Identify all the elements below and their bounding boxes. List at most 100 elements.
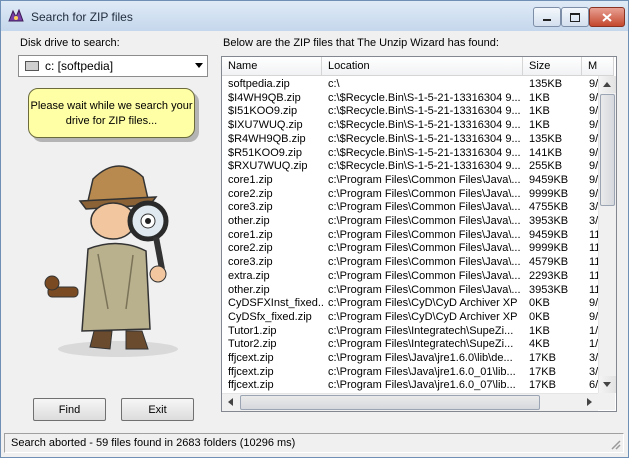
table-row[interactable]: ffjcext.zip c:\Program Files\Java\jre1.6.… — [222, 365, 598, 379]
find-button-label: Find — [58, 403, 81, 416]
cell-name: softpedia.zip — [228, 78, 290, 90]
scroll-right-button[interactable] — [581, 394, 598, 411]
list-header: Name Location Size M — [222, 57, 614, 76]
table-row[interactable]: Tutor2.zip c:\Program Files\Integratech\S… — [222, 337, 598, 351]
cell-modified: 11 — [589, 228, 598, 241]
table-row[interactable]: $I4WH9QB.zip c:\$Recycle.Bin\S-1-5-21-133… — [222, 91, 598, 105]
cell-modified: 9/ — [589, 297, 598, 310]
scroll-left-button[interactable] — [222, 394, 239, 411]
search-tooltip: Please wait while we search your drive f… — [28, 88, 195, 138]
cell-location: c:\$Recycle.Bin\S-1-5-21-13316304 9... — [328, 160, 521, 173]
cell-modified: 9/ — [589, 119, 598, 132]
table-row[interactable]: $IXU7WUQ.zip c:\$Recycle.Bin\S-1-5-21-133… — [222, 118, 598, 132]
table-row[interactable]: ffjcext.zip c:\Program Files\Java\jre1.6.… — [222, 351, 598, 365]
exit-button[interactable]: Exit — [121, 398, 194, 421]
column-header-name[interactable]: Name — [222, 57, 322, 75]
cell-location: c:\$Recycle.Bin\S-1-5-21-13316304 9... — [328, 91, 521, 104]
drive-dropdown[interactable]: c: [softpedia] — [18, 55, 208, 77]
table-row[interactable]: ffjcext.zip c:\Program Files\Java\jre1.6.… — [222, 378, 598, 392]
cell-location: c:\Program Files\CyD\CyD Archiver XP — [328, 310, 518, 323]
table-row[interactable]: other.zip c:\Program Files\Common Files\J… — [222, 283, 598, 297]
cell-location: c:\Program Files\Common Files\Java\... — [328, 283, 521, 296]
list-rows: softpedia.zip c:\ 135KB 9/ $I4WH9QB.zip c:\$R… — [222, 77, 598, 393]
cell-location: c:\Program Files\Common Files\Java\... — [328, 228, 521, 241]
table-row[interactable]: $R4WH9QB.zip c:\$Recycle.Bin\S-1-5-21-133… — [222, 132, 598, 146]
cell-name: extra.zip — [228, 269, 270, 282]
close-button[interactable] — [589, 7, 625, 27]
cell-size: 4KB — [529, 338, 550, 351]
cell-name: ffjcext.zip — [228, 352, 274, 364]
resize-grip-icon[interactable] — [609, 438, 621, 450]
cell-location: c:\Program Files\Common Files\Java\... — [328, 256, 521, 269]
cell-name: $R4WH9QB.zip — [228, 132, 306, 145]
cell-size: 135KB — [529, 132, 563, 145]
cell-name: Tutor1.zip — [228, 324, 277, 337]
cell-name: core1.zip — [228, 228, 273, 241]
cell-modified: 11 — [589, 283, 598, 296]
scroll-down-button[interactable] — [599, 376, 616, 393]
cell-name: core3.zip — [228, 256, 273, 269]
table-row[interactable]: CyDSfx_fixed.zip c:\Program Files\CyD\CyD… — [222, 310, 598, 324]
cell-size: 17KB — [529, 379, 556, 392]
find-button[interactable]: Find — [33, 398, 106, 421]
table-row[interactable]: Tutor1.zip c:\Program Files\Integratech\S… — [222, 324, 598, 338]
cell-name: other.zip — [228, 215, 270, 227]
cell-name: ffjcext.zip — [228, 365, 274, 378]
table-row[interactable]: core3.zip c:\Program Files\Common Files\J… — [222, 200, 598, 214]
cell-modified: 3/ — [589, 201, 598, 214]
table-row[interactable]: core2.zip c:\Program Files\Common Files\J… — [222, 187, 598, 201]
vertical-scrollbar[interactable] — [598, 76, 616, 393]
horizontal-scroll-thumb[interactable] — [240, 395, 540, 410]
drive-label: Disk drive to search: — [20, 37, 120, 49]
cell-location: c:\Program Files\Common Files\Java\... — [328, 187, 521, 200]
table-row[interactable]: core3.zip c:\Program Files\Common Files\J… — [222, 255, 598, 269]
column-header-location[interactable]: Location — [322, 57, 523, 75]
cell-name: core1.zip — [228, 173, 273, 186]
cell-location: c:\Program Files\Common Files\Java\... — [328, 242, 521, 255]
results-list[interactable]: Name Location Size M softpedia.zip c:\ 135… — [221, 56, 617, 412]
cell-location: c:\Program Files\Common Files\Java\... — [328, 215, 521, 227]
cell-name: core2.zip — [228, 242, 273, 255]
cell-size: 255KB — [529, 160, 563, 173]
table-row[interactable]: CyDSFXInst_fixed... c:\Program Files\CyD\… — [222, 296, 598, 310]
column-header-modified[interactable]: M — [582, 57, 614, 75]
cell-modified: 9/ — [589, 310, 598, 323]
table-row[interactable]: core2.zip c:\Program Files\Common Files\J… — [222, 241, 598, 255]
cell-size: 9999KB — [529, 242, 569, 255]
chevron-down-icon[interactable] — [195, 63, 203, 68]
table-row[interactable]: core1.zip c:\Program Files\Common Files\J… — [222, 228, 598, 242]
vertical-scroll-thumb[interactable] — [600, 94, 615, 206]
horizontal-scrollbar[interactable] — [222, 393, 598, 411]
cell-name: CyDSfx_fixed.zip — [228, 310, 312, 323]
cell-modified: 6/ — [589, 379, 598, 392]
table-row[interactable]: $R51KOO9.zip c:\$Recycle.Bin\S-1-5-21-133… — [222, 146, 598, 160]
column-header-size[interactable]: Size — [523, 57, 582, 75]
table-row[interactable]: softpedia.zip c:\ 135KB 9/ — [222, 77, 598, 91]
cell-name: core2.zip — [228, 187, 273, 200]
scroll-up-button[interactable] — [599, 76, 616, 93]
cell-name: $R51KOO9.zip — [228, 146, 302, 159]
cell-location: c:\Program Files\Integratech\SupeZi... — [328, 324, 514, 337]
results-caption: Below are the ZIP files that The Unzip W… — [223, 37, 499, 49]
cell-size: 17KB — [529, 352, 556, 364]
drive-value: c: [softpedia] — [45, 59, 114, 73]
table-row[interactable]: extra.zip c:\Program Files\Common Files\J… — [222, 269, 598, 283]
maximize-button[interactable] — [561, 7, 589, 27]
chevron-right-icon — [587, 398, 592, 406]
table-row[interactable]: other.zip c:\Program Files\Common Files\J… — [222, 214, 598, 228]
table-row[interactable]: core1.zip c:\Program Files\Common Files\J… — [222, 173, 598, 187]
cell-location: c:\Program Files\Common Files\Java\... — [328, 201, 521, 214]
cell-name: ffjcext.zip — [228, 379, 274, 392]
minimize-button[interactable] — [533, 7, 561, 27]
cell-name: other.zip — [228, 283, 270, 296]
cell-size: 9459KB — [529, 228, 569, 241]
title-bar[interactable]: Search for ZIP files — [1, 1, 628, 31]
table-row[interactable]: $RXU7WUQ.zip c:\$Recycle.Bin\S-1-5-21-133… — [222, 159, 598, 173]
cell-modified: 9/ — [589, 173, 598, 186]
detective-illustration — [44, 165, 178, 357]
cell-size: 4755KB — [529, 201, 569, 214]
cell-modified: 3/ — [589, 352, 598, 364]
cell-modified: 3/ — [589, 215, 598, 227]
cell-location: c:\ — [328, 78, 340, 90]
table-row[interactable]: $I51KOO9.zip c:\$Recycle.Bin\S-1-5-21-133… — [222, 104, 598, 118]
